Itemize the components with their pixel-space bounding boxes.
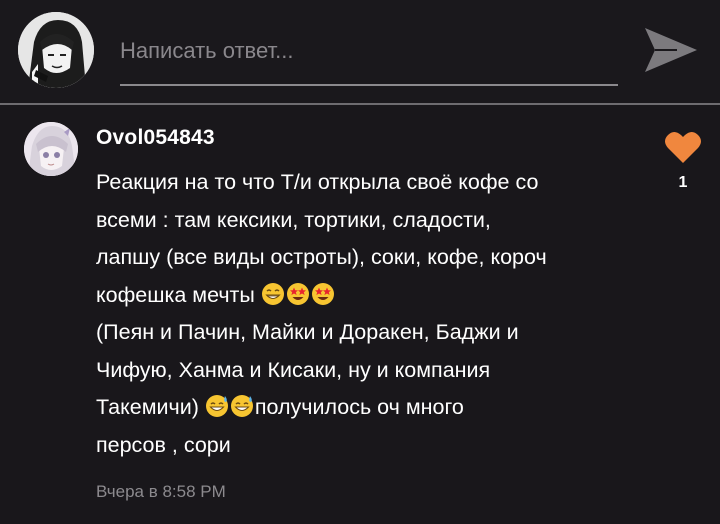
- current-user-avatar-image: [18, 12, 94, 88]
- comment-line: Чифую, Ханма и Кисаки, ну и компания: [96, 357, 491, 382]
- comment-line-text: кофешка мечты: [96, 282, 261, 307]
- grinning-emoji-icon: [261, 282, 284, 305]
- reply-input-underline: [120, 84, 618, 86]
- section-divider: [0, 103, 720, 105]
- sweat-smile-emoji-icon: [205, 395, 228, 417]
- comment-line: персов , сори: [96, 432, 231, 457]
- comment-username[interactable]: Ovol054843: [96, 126, 215, 150]
- commenter-avatar[interactable]: [24, 122, 78, 176]
- star-struck-emoji-icon: [311, 282, 334, 305]
- reply-input-wrapper: [120, 26, 620, 86]
- comment-item: Ovol054843 Реакция на то что Т/и открыла…: [0, 106, 720, 524]
- heart-icon: [665, 132, 701, 163]
- comments-screen: Ovol054843 Реакция на то что Т/и открыла…: [0, 0, 720, 524]
- comment-line-with-emoji: Такемичи) получилось оч много: [96, 389, 636, 427]
- reply-input[interactable]: [120, 26, 616, 76]
- comment-line-text: получилось оч много: [254, 395, 464, 419]
- commenter-avatar-image: [24, 122, 78, 176]
- send-arrow-icon: [645, 28, 697, 72]
- comment-line-text: Такемичи): [96, 395, 205, 419]
- comment-line: (Пеян и Пачин, Майки и Доракен, Баджи и: [96, 320, 519, 344]
- comment-text: Реакция на то что Т/и открыла своё кофе …: [96, 164, 636, 464]
- current-user-avatar[interactable]: [18, 12, 94, 88]
- comment-timestamp: Вчера в 8:58 PM: [96, 482, 226, 501]
- comment-line: всеми : там кексики, тортики, сладости,: [96, 207, 491, 232]
- send-button[interactable]: [643, 26, 699, 74]
- like-button[interactable]: [664, 130, 702, 164]
- comment-line-with-emoji: кофешка мечты: [96, 277, 636, 315]
- comment-line: лапшу (все виды остроты), соки, кофе, ко…: [96, 245, 547, 269]
- sweat-smile-emoji-icon: [230, 395, 253, 417]
- star-struck-emoji-icon: [286, 282, 309, 305]
- comment-line: Реакция на то что Т/и открыла своё кофе …: [96, 170, 539, 194]
- like-count: 1: [678, 174, 688, 191]
- reply-bar: [0, 0, 720, 104]
